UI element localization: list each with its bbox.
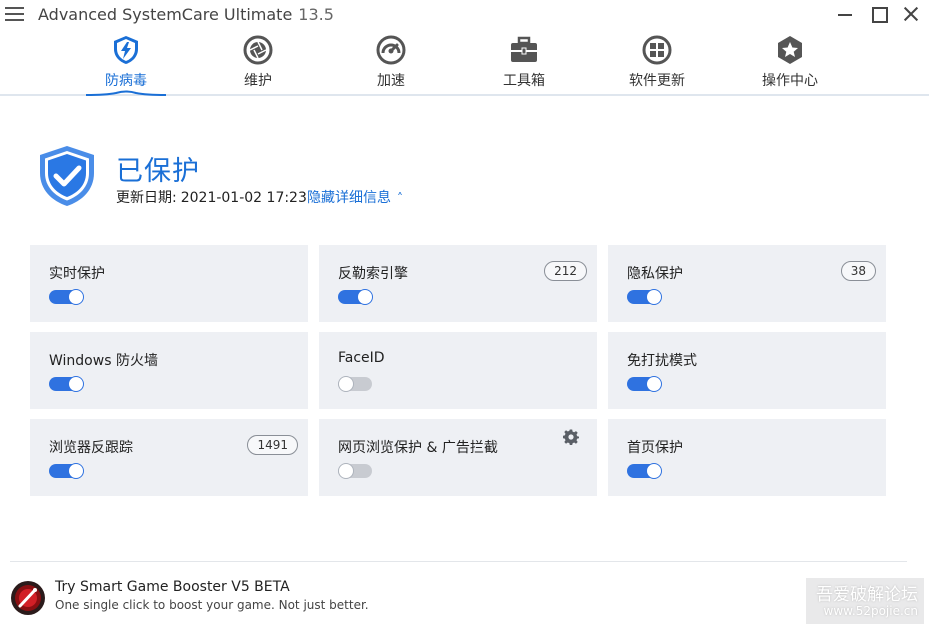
update-date-label: 更新日期: [116, 190, 177, 206]
shield-bolt-icon [114, 36, 138, 64]
update-date-value: 2021-01-02 17:23 [180, 190, 307, 206]
anti-ransomware-toggle[interactable] [338, 289, 373, 305]
feature-card-faceid: FaceID [319, 332, 597, 409]
tab-label: 操作中心 [762, 73, 818, 89]
watermark: 吾爱破解论坛 www.52pojie.cn [806, 578, 924, 624]
count-badge[interactable]: 38 [840, 261, 876, 281]
promo-subtitle: One single click to boost your game. Not… [55, 598, 369, 612]
hide-details-link[interactable]: 隐藏详细信息 ˄ [307, 187, 403, 207]
web-protection-adblock-toggle[interactable] [338, 463, 372, 479]
speedometer-icon [376, 35, 406, 65]
feature-title: 隐私保护 [627, 266, 683, 282]
feature-card-realtime-protection: 实时保护 [30, 245, 308, 322]
feature-card-windows-firewall: Windows 防火墙 [30, 332, 308, 409]
feature-title: 实时保护 [49, 266, 105, 282]
promo-title[interactable]: Try Smart Game Booster V5 BETA [55, 579, 290, 595]
star-badge-icon [778, 36, 802, 64]
protected-shield-icon [40, 146, 94, 206]
main-nav: 防病毒 维护 加速 工具箱 软件更新 操作中心 [0, 32, 929, 94]
feature-card-anti-ransomware: 反勒索引擎 212 [319, 245, 597, 322]
tab-action-center[interactable]: 操作中心 [745, 32, 835, 94]
tab-label: 加速 [377, 73, 405, 89]
gear-icon[interactable] [563, 429, 579, 445]
watermark-title: 吾爱破解论坛 [816, 585, 918, 605]
app-name: Advanced SystemCare Ultimate [38, 5, 293, 24]
tab-software-update[interactable]: 软件更新 [612, 32, 702, 94]
tab-maintenance[interactable]: 维护 [213, 32, 303, 94]
maximize-button[interactable] [869, 4, 889, 24]
tab-label: 防病毒 [105, 73, 147, 89]
tab-label: 维护 [244, 73, 272, 89]
feature-card-do-not-disturb: 免打扰模式 [608, 332, 886, 409]
toolbox-icon [511, 36, 537, 62]
update-date: 更新日期: 2021-01-02 17:23 [116, 187, 307, 207]
minimize-button[interactable] [835, 4, 855, 24]
feature-title: 免打扰模式 [627, 353, 697, 369]
browser-anti-tracking-toggle[interactable] [49, 463, 84, 479]
feature-title: FaceID [338, 350, 385, 366]
apps-grid-icon [642, 35, 672, 65]
active-tab-indicator [86, 90, 166, 96]
realtime-protection-toggle[interactable] [49, 289, 84, 305]
tab-antivirus[interactable]: 防病毒 [81, 32, 171, 94]
menu-icon[interactable] [5, 7, 24, 22]
feature-card-web-protection-adblock: 网页浏览保护 & 广告拦截 [319, 419, 597, 496]
count-badge[interactable]: 212 [544, 261, 587, 281]
feature-card-browser-anti-tracking: 浏览器反跟踪 1491 [30, 419, 308, 496]
do-not-disturb-toggle[interactable] [627, 376, 662, 392]
close-button[interactable] [901, 4, 921, 24]
tab-toolbox[interactable]: 工具箱 [479, 32, 569, 94]
homepage-protection-toggle[interactable] [627, 463, 662, 479]
app-title: Advanced SystemCare Ultimate 13.5 [38, 5, 334, 24]
app-version: 13.5 [298, 5, 334, 24]
feature-title: 首页保护 [627, 440, 683, 456]
watermark-url: www.52pojie.cn [823, 604, 918, 618]
tab-speedup[interactable]: 加速 [346, 32, 436, 94]
aperture-icon [243, 35, 273, 65]
game-booster-icon[interactable] [10, 580, 46, 616]
feature-title: Windows 防火墙 [49, 353, 158, 369]
feature-title: 浏览器反跟踪 [49, 440, 133, 456]
chevron-up-icon: ˄ [397, 191, 403, 205]
feature-title: 网页浏览保护 & 广告拦截 [338, 440, 498, 456]
faceid-toggle[interactable] [338, 376, 372, 392]
protection-status-title: 已保护 [116, 156, 200, 187]
tab-label: 工具箱 [503, 73, 545, 89]
windows-firewall-toggle[interactable] [49, 376, 84, 392]
title-bar: Advanced SystemCare Ultimate 13.5 [0, 0, 929, 30]
feature-card-homepage-protection: 首页保护 [608, 419, 886, 496]
tab-label: 软件更新 [629, 73, 685, 89]
hide-details-label: 隐藏详细信息 [307, 190, 391, 206]
footer-divider [10, 561, 907, 562]
feature-title: 反勒索引擎 [338, 266, 408, 282]
privacy-protection-toggle[interactable] [627, 289, 662, 305]
count-badge[interactable]: 1491 [247, 435, 298, 455]
feature-card-privacy-protection: 隐私保护 38 [608, 245, 886, 322]
